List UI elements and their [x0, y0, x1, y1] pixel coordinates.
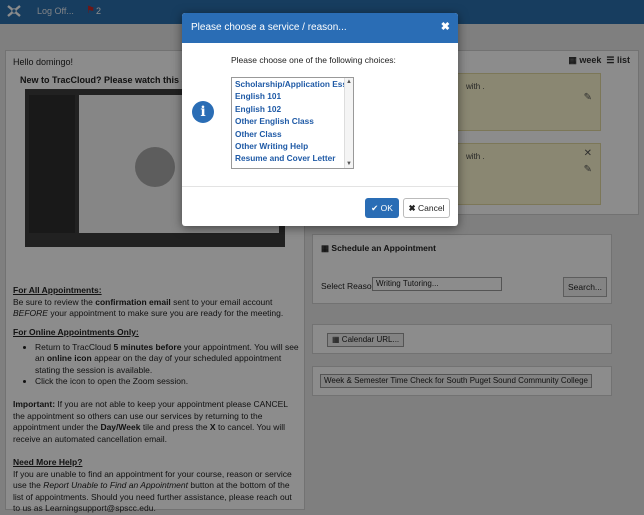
- close-icon[interactable]: ✖: [441, 20, 450, 33]
- scroll-down-icon[interactable]: ▼: [346, 161, 352, 167]
- reason-listbox[interactable]: Scholarship/Application Essay English 10…: [231, 77, 354, 169]
- reason-option[interactable]: English 101: [232, 90, 353, 102]
- reason-option[interactable]: Resume and Cover Letter: [232, 152, 353, 164]
- reason-option[interactable]: Scholarship/Application Essay: [232, 78, 353, 90]
- reason-option[interactable]: Other English Class: [232, 115, 353, 127]
- dialog-instruction: Please choose one of the following choic…: [231, 55, 396, 65]
- reason-option[interactable]: English 102: [232, 103, 353, 115]
- reason-option[interactable]: Other Class: [232, 128, 353, 140]
- dialog-title: Please choose a service / reason...: [191, 22, 347, 33]
- service-reason-dialog: Please choose a service / reason... ✖ Pl…: [182, 13, 458, 226]
- cancel-icon: ✖: [408, 203, 416, 213]
- cancel-button[interactable]: ✖ Cancel: [403, 198, 450, 218]
- ok-label: OK: [380, 203, 393, 213]
- dialog-divider: [182, 186, 458, 187]
- listbox-scrollbar[interactable]: ▲ ▼: [344, 78, 353, 168]
- dialog-header: Please choose a service / reason... ✖: [182, 13, 458, 43]
- ok-button[interactable]: ✔ OK: [365, 198, 399, 218]
- scroll-up-icon[interactable]: ▲: [346, 79, 352, 85]
- check-icon: ✔: [371, 203, 379, 213]
- info-icon: i: [192, 101, 214, 123]
- reason-option[interactable]: Other Writing Help: [232, 140, 353, 152]
- cancel-label: Cancel: [418, 203, 445, 213]
